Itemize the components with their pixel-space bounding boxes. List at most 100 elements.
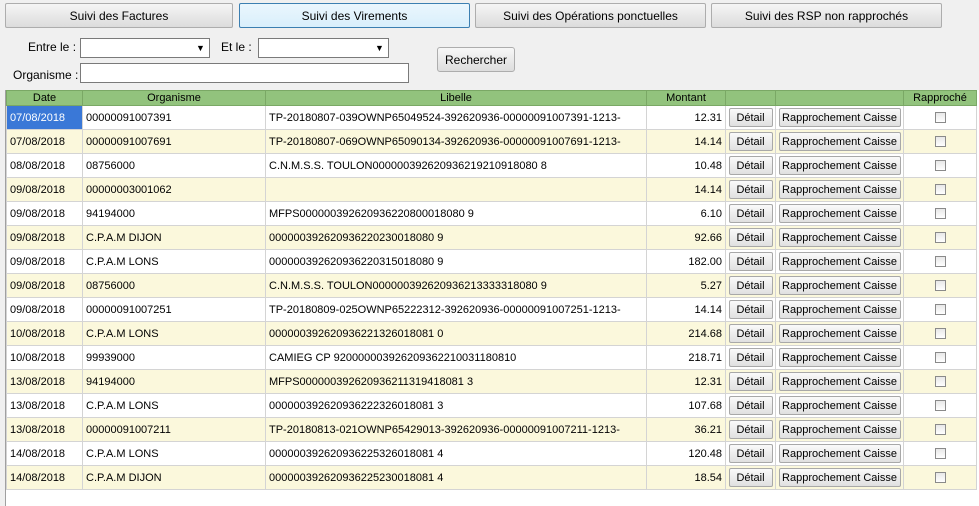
cell-organisme[interactable]: C.P.A.M DIJON: [82, 465, 266, 490]
rapproche-checkbox[interactable]: [934, 328, 946, 340]
cell-organisme[interactable]: 00000091007691: [82, 129, 266, 154]
cell-libelle[interactable]: TP-20180807-069OWNP65090134-392620936-00…: [265, 129, 647, 154]
col-rapproche[interactable]: Rapproché: [903, 90, 977, 106]
rapproche-checkbox[interactable]: [934, 160, 946, 172]
cell-montant[interactable]: 92.66: [646, 225, 726, 250]
cell-montant[interactable]: 12.31: [646, 105, 726, 130]
cell-date[interactable]: 09/08/2018: [6, 297, 83, 322]
col-date[interactable]: Date: [6, 90, 83, 106]
cell-libelle[interactable]: 000000392620936225230018081 4: [265, 465, 647, 490]
cell-montant[interactable]: 18.54: [646, 465, 726, 490]
rapproche-checkbox[interactable]: [934, 136, 946, 148]
rapprochement-caisse-button[interactable]: Rapprochement Caisse: [778, 444, 901, 463]
detail-button[interactable]: Détail: [728, 156, 773, 175]
cell-organisme[interactable]: C.P.A.M LONS: [82, 441, 266, 466]
rapprochement-caisse-button[interactable]: Rapprochement Caisse: [778, 468, 901, 487]
cell-date[interactable]: 13/08/2018: [6, 393, 83, 418]
rapproche-checkbox[interactable]: [934, 472, 946, 484]
table-row[interactable]: 08/08/2018 08756000 C.N.M.S.S. TOULON00000…: [6, 153, 977, 178]
table-row[interactable]: 10/08/2018 99939000 CAMIEG CP 920000003926…: [6, 345, 977, 370]
detail-button[interactable]: Détail: [728, 420, 773, 439]
cell-date[interactable]: 09/08/2018: [6, 201, 83, 226]
detail-button[interactable]: Détail: [728, 276, 773, 295]
detail-button[interactable]: Détail: [728, 204, 773, 223]
rapproche-checkbox[interactable]: [934, 424, 946, 436]
rapprochement-caisse-button[interactable]: Rapprochement Caisse: [778, 156, 901, 175]
cell-montant[interactable]: 10.48: [646, 153, 726, 178]
cell-montant[interactable]: 5.27: [646, 273, 726, 298]
cell-montant[interactable]: 182.00: [646, 249, 726, 274]
rapproche-checkbox[interactable]: [934, 280, 946, 292]
rapproche-checkbox[interactable]: [934, 112, 946, 124]
col-rapprochement[interactable]: [775, 90, 904, 106]
cell-montant[interactable]: 214.68: [646, 321, 726, 346]
table-row[interactable]: 07/08/2018 00000091007691 TP-20180807-069O…: [6, 129, 977, 154]
table-row[interactable]: 09/08/2018 08756000 C.N.M.S.S. TOULON00000…: [6, 273, 977, 298]
cell-date[interactable]: 09/08/2018: [6, 225, 83, 250]
detail-button[interactable]: Détail: [728, 228, 773, 247]
cell-libelle[interactable]: C.N.M.S.S. TOULON00000039262093621333331…: [265, 273, 647, 298]
cell-date[interactable]: 07/08/2018: [6, 129, 83, 154]
cell-libelle[interactable]: MFPS000000392620936211319418081 3: [265, 369, 647, 394]
cell-montant[interactable]: 14.14: [646, 177, 726, 202]
rapprochement-caisse-button[interactable]: Rapprochement Caisse: [778, 228, 901, 247]
rapprochement-caisse-button[interactable]: Rapprochement Caisse: [778, 108, 901, 127]
table-row[interactable]: 09/08/2018 C.P.A.M LONS 000000392620936220…: [6, 249, 977, 274]
rapproche-checkbox[interactable]: [934, 184, 946, 196]
cell-montant[interactable]: 12.31: [646, 369, 726, 394]
rapproche-checkbox[interactable]: [934, 352, 946, 364]
rapprochement-caisse-button[interactable]: Rapprochement Caisse: [778, 348, 901, 367]
table-row[interactable]: 09/08/2018 00000091007251 TP-20180809-025O…: [6, 297, 977, 322]
cell-organisme[interactable]: 00000091007391: [82, 105, 266, 130]
tab-suivi-factures[interactable]: Suivi des Factures: [5, 3, 233, 28]
cell-organisme[interactable]: C.P.A.M DIJON: [82, 225, 266, 250]
rapprochement-caisse-button[interactable]: Rapprochement Caisse: [778, 324, 901, 343]
rapprochement-caisse-button[interactable]: Rapprochement Caisse: [778, 276, 901, 295]
detail-button[interactable]: Détail: [728, 252, 773, 271]
cell-date[interactable]: 13/08/2018: [6, 417, 83, 442]
cell-organisme[interactable]: 94194000: [82, 201, 266, 226]
cell-libelle[interactable]: 000000392620936221326018081 0: [265, 321, 647, 346]
detail-button[interactable]: Détail: [728, 468, 773, 487]
cell-organisme[interactable]: 00000091007211: [82, 417, 266, 442]
detail-button[interactable]: Détail: [728, 132, 773, 151]
col-detail[interactable]: [725, 90, 776, 106]
cell-organisme[interactable]: 99939000: [82, 345, 266, 370]
rapproche-checkbox[interactable]: [934, 448, 946, 460]
detail-button[interactable]: Détail: [728, 444, 773, 463]
cell-date[interactable]: 10/08/2018: [6, 321, 83, 346]
cell-libelle[interactable]: C.N.M.S.S. TOULON00000039262093621921091…: [265, 153, 647, 178]
tab-suivi-operations-ponctuelles[interactable]: Suivi des Opérations ponctuelles: [475, 3, 706, 28]
detail-button[interactable]: Détail: [728, 372, 773, 391]
rapproche-checkbox[interactable]: [934, 400, 946, 412]
cell-montant[interactable]: 6.10: [646, 201, 726, 226]
detail-button[interactable]: Détail: [728, 300, 773, 319]
search-button[interactable]: Rechercher: [437, 47, 515, 72]
table-row[interactable]: 09/08/2018 00000003001062 14.14 Détail Rappr…: [6, 177, 977, 202]
detail-button[interactable]: Détail: [728, 108, 773, 127]
cell-libelle[interactable]: 000000392620936222326018081 3: [265, 393, 647, 418]
rapproche-checkbox[interactable]: [934, 256, 946, 268]
table-row[interactable]: 09/08/2018 94194000 MFPS000000392620936220…: [6, 201, 977, 226]
cell-montant[interactable]: 14.14: [646, 297, 726, 322]
cell-montant[interactable]: 120.48: [646, 441, 726, 466]
rapprochement-caisse-button[interactable]: Rapprochement Caisse: [778, 252, 901, 271]
rapprochement-caisse-button[interactable]: Rapprochement Caisse: [778, 420, 901, 439]
cell-organisme[interactable]: C.P.A.M LONS: [82, 393, 266, 418]
col-libelle[interactable]: Libelle: [265, 90, 647, 106]
chevron-down-icon[interactable]: ▼: [192, 39, 209, 57]
tab-suivi-virements[interactable]: Suivi des Virements: [239, 3, 470, 28]
to-date-combo[interactable]: ▼: [258, 38, 389, 58]
rapprochement-caisse-button[interactable]: Rapprochement Caisse: [778, 300, 901, 319]
table-row[interactable]: 10/08/2018 C.P.A.M LONS 000000392620936221…: [6, 321, 977, 346]
cell-date[interactable]: 09/08/2018: [6, 249, 83, 274]
organisme-input[interactable]: [80, 63, 409, 83]
cell-libelle[interactable]: CAMIEG CP 920000003926209362210031180810: [265, 345, 647, 370]
rapproche-checkbox[interactable]: [934, 304, 946, 316]
cell-date[interactable]: 08/08/2018: [6, 153, 83, 178]
rapprochement-caisse-button[interactable]: Rapprochement Caisse: [778, 372, 901, 391]
cell-date[interactable]: 14/08/2018: [6, 465, 83, 490]
table-row[interactable]: 14/08/2018 C.P.A.M LONS 000000392620936225…: [6, 441, 977, 466]
cell-organisme[interactable]: 94194000: [82, 369, 266, 394]
cell-date[interactable]: 09/08/2018: [6, 177, 83, 202]
